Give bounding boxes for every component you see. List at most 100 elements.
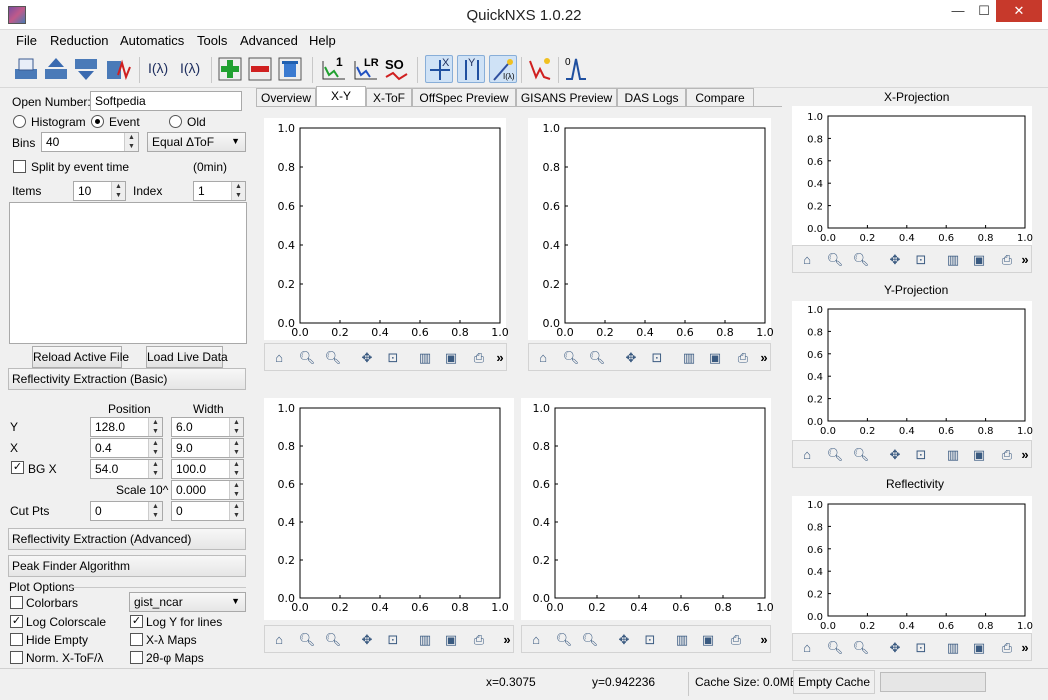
subplots-icon[interactable]: ▥ [415,630,435,650]
menu-advanced[interactable]: Advanced [240,33,298,48]
previous-file-icon[interactable] [42,55,70,83]
home-icon[interactable]: ⌂ [797,445,817,465]
zoom-icon[interactable]: ⊡ [383,630,403,650]
spin-arrows-icon[interactable]: ▲ ▼ [229,460,243,478]
x-y-plot-top-right[interactable] [528,118,771,340]
home-icon[interactable]: ⌂ [797,250,817,270]
x-position-spinbox[interactable]: 0.4 ▲ ▼ [90,438,163,458]
print-icon[interactable]: ⎙ [997,445,1017,465]
two-theta-phi-maps-checkbox[interactable] [130,651,143,664]
menu-help[interactable]: Help [309,33,336,48]
save-icon[interactable]: ▣ [441,348,461,368]
empty-cache-button[interactable]: Empty Cache [793,670,875,694]
save-icon[interactable]: ▣ [705,348,725,368]
reflectivity-plot[interactable] [792,496,1032,636]
pan-icon[interactable]: ✥ [357,630,377,650]
menu-automatics[interactable]: Automatics [120,33,184,48]
x-y-plot-top-left[interactable] [264,118,506,340]
clear-reflectivity-icon[interactable] [276,55,304,83]
spin-arrows-icon[interactable]: ▲ ▼ [231,182,245,200]
zoom-icon[interactable]: ⊡ [911,638,931,658]
peak-finder-section[interactable]: Peak Finder Algorithm [8,555,246,577]
next-file-icon[interactable] [72,55,100,83]
print-icon[interactable]: ⎙ [469,348,489,368]
advanced-extraction-section[interactable]: Reflectivity Extraction (Advanced) [8,528,246,550]
spin-arrows-icon[interactable]: ▲ ▼ [229,502,243,520]
export-offspecular-icon[interactable]: SO [383,55,411,83]
items-spinbox[interactable]: 10 ▲ ▼ [73,181,126,201]
forward-icon[interactable]: 🔍︎ [851,250,871,270]
y-position-spinbox[interactable]: 128.0 ▲ ▼ [90,417,163,437]
pan-icon[interactable]: ✥ [614,630,634,650]
zoom-icon[interactable]: ⊡ [911,250,931,270]
back-icon[interactable]: 🔍︎ [297,630,317,650]
forward-icon[interactable]: 🔍︎ [323,630,343,650]
tab-offspec-preview[interactable]: OffSpec Preview [412,88,516,107]
remove-reflectivity-icon[interactable] [246,55,274,83]
more-icon[interactable]: » [1015,250,1035,270]
print-icon[interactable]: ⎙ [997,638,1017,658]
tab-overview[interactable]: Overview [256,88,316,107]
pan-icon[interactable]: ✥ [885,250,905,270]
bins-spinbox[interactable]: 40 ▲ ▼ [41,132,139,152]
home-icon[interactable]: ⌂ [269,348,289,368]
save-icon[interactable]: ▣ [969,250,989,270]
zoom-icon[interactable]: ⊡ [647,348,667,368]
spin-arrows-icon[interactable]: ▲ ▼ [148,502,162,520]
subplots-icon[interactable]: ▥ [943,445,963,465]
forward-icon[interactable]: 🔍︎ [851,445,871,465]
colorbars-checkbox[interactable] [10,596,23,609]
event-radio[interactable] [91,115,104,128]
spin-arrows-icon[interactable]: ▲ ▼ [111,182,125,200]
subplots-icon[interactable]: ▥ [679,348,699,368]
subplots-icon[interactable]: ▥ [943,250,963,270]
bg-x-position-spinbox[interactable]: 54.0 ▲ ▼ [90,459,163,479]
auto-reflectivity-icon[interactable]: I(λ) [489,55,517,83]
forward-icon[interactable]: 🔍︎ [580,630,600,650]
print-icon[interactable]: ⎙ [726,630,746,650]
i-lambda-normalize-icon[interactable]: I(λ) [178,55,206,83]
spin-arrows-icon[interactable]: ▲ ▼ [124,133,138,151]
open-file-icon[interactable] [12,55,40,83]
basic-extraction-section[interactable]: Reflectivity Extraction (Basic) [8,368,246,390]
cut-pts-start-spinbox[interactable]: 0 ▲ ▼ [90,501,163,521]
pan-icon[interactable]: ✥ [885,445,905,465]
y-projection-plot[interactable] [792,301,1032,441]
spin-arrows-icon[interactable]: ▲ ▼ [148,418,162,436]
plot-file-icon[interactable] [104,55,132,83]
home-icon[interactable]: ⌂ [797,638,817,658]
colormap-select[interactable]: gist_ncar ▼ [129,592,246,612]
pan-icon[interactable]: ✥ [621,348,641,368]
bg-x-width-spinbox[interactable]: 100.0 ▲ ▼ [171,459,244,479]
more-icon[interactable]: » [1015,445,1035,465]
old-radio[interactable] [169,115,182,128]
cut-pts-end-spinbox[interactable]: 0 ▲ ▼ [171,501,244,521]
menu-reduction[interactable]: Reduction [50,33,109,48]
menu-tools[interactable]: Tools [197,33,227,48]
x-width-spinbox[interactable]: 9.0 ▲ ▼ [171,438,244,458]
y-width-spinbox[interactable]: 6.0 ▲ ▼ [171,417,244,437]
print-icon[interactable]: ⎙ [733,348,753,368]
zero-offset-icon[interactable]: 0 [562,55,590,83]
close-button[interactable]: ✕ [996,0,1042,22]
x-projection-plot[interactable] [792,106,1032,246]
spin-arrows-icon[interactable]: ▲ ▼ [229,418,243,436]
spin-arrows-icon[interactable]: ▲ ▼ [148,460,162,478]
index-spinbox[interactable]: 1 ▲ ▼ [193,181,246,201]
maximize-button[interactable]: ☐ [970,0,998,22]
y-projection-toggle-icon[interactable]: Y [457,55,485,83]
back-icon[interactable]: 🔍︎ [825,250,845,270]
tab-das-logs[interactable]: DAS Logs [617,88,686,107]
print-icon[interactable]: ⎙ [469,630,489,650]
subplots-icon[interactable]: ▥ [943,638,963,658]
tab-gisans-preview[interactable]: GISANS Preview [516,88,617,107]
file-list[interactable] [9,202,247,344]
menu-file[interactable]: File [16,33,37,48]
home-icon[interactable]: ⌂ [533,348,553,368]
log-y-checkbox[interactable]: ✓ [130,615,143,628]
i-lambda-icon[interactable]: I(λ) [146,55,174,83]
scale-spinbox[interactable]: 0.000 ▲ ▼ [171,480,244,500]
zoom-icon[interactable]: ⊡ [640,630,660,650]
add-reflectivity-icon[interactable] [216,55,244,83]
load-live-data-button[interactable]: Load Live Data [146,346,228,368]
